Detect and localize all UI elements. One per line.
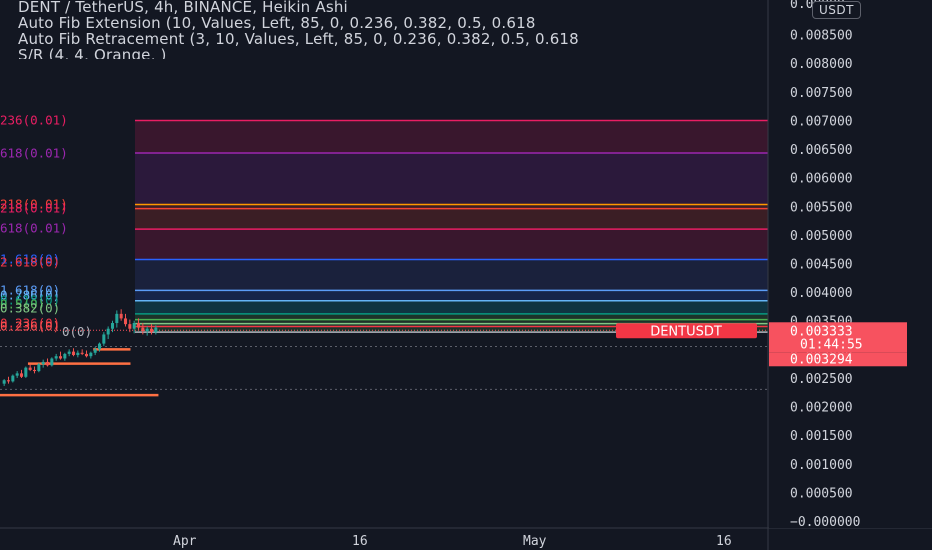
candle-body <box>15 373 19 376</box>
fib-label: 218(0.01) <box>0 201 68 216</box>
price-axis-label: 0.004500 <box>790 258 853 273</box>
time-axis-label: 16 <box>352 534 368 549</box>
candle-body <box>119 313 123 319</box>
fib-label: 236(0.01) <box>0 112 68 127</box>
candle-body <box>141 327 145 332</box>
candle-body <box>93 349 97 353</box>
chart-legend: DENT / TetherUS, 4h, BINANCE, Heikin Ash… <box>18 0 768 59</box>
price-axis-label: 0.008500 <box>790 29 853 44</box>
candle-body <box>110 323 115 329</box>
candle-body <box>50 358 54 366</box>
indicator-fib-extension[interactable]: Auto Fib Extension (10, Values, Left, 85… <box>18 15 768 31</box>
fib-zone <box>135 120 768 154</box>
candle-body <box>106 328 110 335</box>
candle-body <box>84 353 89 357</box>
fib-zone <box>135 229 768 260</box>
fib-zone <box>135 153 768 205</box>
price-axis-label: 0.006500 <box>790 143 853 158</box>
time-axis-label: Apr <box>173 534 197 549</box>
countdown-label: 01:44:55 <box>800 337 863 352</box>
candle-body <box>115 313 119 324</box>
fib-label: 0.382(0) <box>0 301 60 316</box>
candle-body <box>45 361 50 366</box>
symbol-tag-label: DENTUSDT <box>650 324 722 339</box>
price-axis-label: 0.008000 <box>790 57 853 72</box>
price-axis-label: 0.005500 <box>790 200 853 215</box>
fib-label: 618(0.01) <box>0 146 68 161</box>
fib-zone <box>135 290 768 301</box>
candle-body <box>11 375 15 382</box>
price-axis-label: 0.002000 <box>790 401 853 416</box>
price-axis-label: 0.004000 <box>790 286 853 301</box>
price-axis-label: 0.001500 <box>790 429 853 444</box>
candle-body <box>102 334 106 344</box>
price-axis-label: 0.007500 <box>790 86 853 101</box>
price-axis-label: −0.000000 <box>790 515 860 530</box>
candle-body <box>2 380 6 384</box>
candle-body <box>32 369 37 372</box>
candle-body <box>28 367 32 370</box>
candle-body <box>54 356 58 359</box>
candle-body <box>132 323 136 329</box>
price-axis-label: 0.005000 <box>790 229 853 244</box>
candle-body <box>136 323 141 328</box>
time-axis-label: May <box>523 534 547 549</box>
candle-body <box>128 324 132 329</box>
candle-body <box>41 361 45 365</box>
price-chart[interactable]: 236(0.01)618(0.01)218(0.01)218(0.01)618(… <box>0 0 932 550</box>
candle-body <box>145 328 149 332</box>
fib-zone <box>135 300 768 314</box>
fib-label: 2.618(0) <box>0 254 60 269</box>
candle-body <box>149 328 154 333</box>
price-axis-label: 0.002500 <box>790 372 853 387</box>
time-axis-label: 16 <box>716 534 732 549</box>
fib-label: 0(0) <box>62 324 92 339</box>
fib-zone <box>135 259 768 291</box>
indicator-sr[interactable]: S/R (4, 4, Orange, ) <box>18 47 768 59</box>
candle-body <box>6 380 11 382</box>
price-axis[interactable]: 0.008500 0.008000 0.007500 0.007000 0.006500… <box>769 0 932 530</box>
candle-body <box>71 351 76 356</box>
candle-body <box>67 351 71 354</box>
candle-body <box>89 352 93 357</box>
candle-body <box>63 353 67 359</box>
price-axis-label: 0.001000 <box>790 458 853 473</box>
candle-body <box>97 343 102 350</box>
candle-body <box>154 327 158 333</box>
candle-body <box>58 356 63 359</box>
candle-body <box>123 318 128 325</box>
indicator-fib-retracement[interactable]: Auto Fib Retracement (3, 10, Values, Lef… <box>18 31 768 47</box>
candle-body <box>19 373 24 377</box>
price-axis-label: 0.000500 <box>790 486 853 501</box>
candle-body <box>37 364 41 372</box>
fib-label: 618(0.01) <box>0 221 68 236</box>
symbol-title[interactable]: DENT / TetherUS, 4h, BINANCE, Heikin Ash… <box>18 0 768 15</box>
price-axis-label: 0.006000 <box>790 172 853 187</box>
candle-body <box>24 367 28 377</box>
candle-body <box>76 352 80 356</box>
price-axis-label: 0.007000 <box>790 114 853 129</box>
other-price-label: 0.003294 <box>790 352 853 367</box>
currency-button[interactable]: USDT <box>812 1 861 19</box>
candle-body <box>80 352 84 354</box>
fib-label: 0.236(0) <box>0 318 60 333</box>
